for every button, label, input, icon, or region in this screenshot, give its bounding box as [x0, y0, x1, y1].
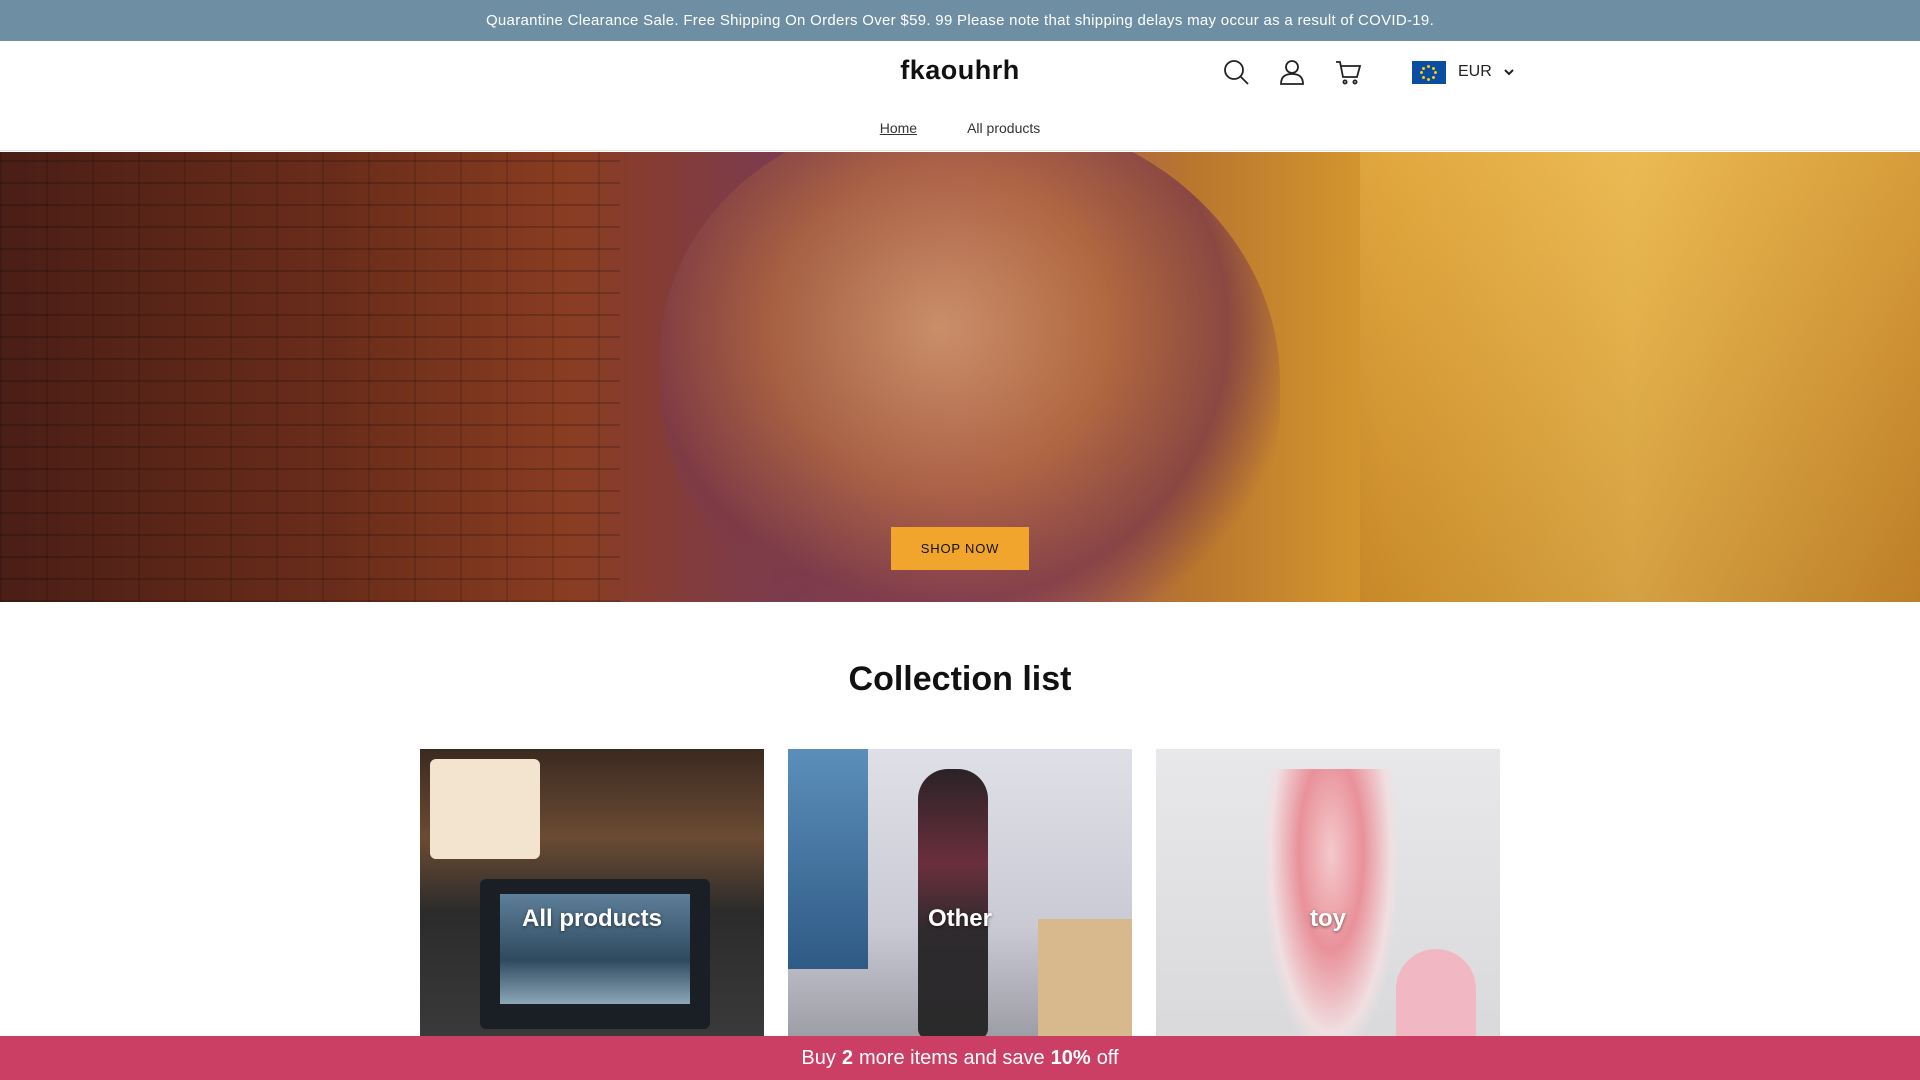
collection-card-title: Other — [927, 905, 992, 932]
promo-bar[interactable]: Buy 2 more items and save 10% off — [0, 1036, 1920, 1080]
promo-prefix: Buy — [801, 1046, 836, 1069]
search-icon — [1224, 60, 1249, 85]
collection-list-title: Collection list — [848, 660, 1072, 698]
site-header: fkaouhrh EUR Home All products — [0, 41, 1920, 151]
header-icons: EUR — [1220, 56, 1514, 88]
currency-code: EUR — [1458, 63, 1492, 80]
cart-button[interactable] — [1332, 56, 1364, 88]
account-button[interactable] — [1276, 56, 1308, 88]
search-button[interactable] — [1220, 56, 1252, 88]
promo-suffix: off — [1096, 1046, 1119, 1069]
collection-image-person — [918, 769, 988, 1039]
account-icon — [1280, 60, 1304, 85]
collection-image-cabinet — [1038, 919, 1132, 1045]
shop-now-button[interactable]: SHOP NOW — [891, 527, 1029, 570]
nav-item-home[interactable]: Home — [880, 120, 917, 136]
collection-image-lamp — [430, 759, 540, 859]
collection-image-window — [788, 749, 868, 969]
announcement-text: Quarantine Clearance Sale. Free Shipping… — [485, 12, 1435, 29]
collection-image-giraffe — [1396, 949, 1476, 1045]
collection-card-toy[interactable]: toy — [1156, 749, 1500, 1045]
hero-wall — [1360, 152, 1920, 602]
nav-item-all-products[interactable]: All products — [967, 120, 1040, 136]
collection-card-other[interactable]: Other — [788, 749, 1132, 1045]
promo-count: 2 — [841, 1046, 854, 1069]
cart-icon — [1336, 61, 1362, 85]
collection-grid: All products Other toy — [420, 749, 1500, 1045]
promo-discount: 10% — [1050, 1046, 1091, 1069]
collection-card-title: toy — [1310, 905, 1346, 932]
store-logo: fkaouhrh — [0, 55, 1920, 86]
currency-selector[interactable]: EUR — [1412, 60, 1514, 84]
hero-brick-texture — [0, 152, 620, 602]
promo-middle: more items and save — [859, 1046, 1045, 1069]
chevron-down-icon — [1504, 69, 1514, 76]
store-logo-link[interactable]: fkaouhrh — [900, 55, 1020, 85]
main-nav: Home All products — [0, 120, 1920, 136]
collection-card-title: All products — [521, 905, 662, 932]
eu-flag-icon — [1412, 60, 1446, 84]
collection-card-all-products[interactable]: All products — [420, 749, 764, 1045]
hero-banner: SHOP NOW — [0, 152, 1920, 602]
announcement-bar: Quarantine Clearance Sale. Free Shipping… — [0, 0, 1920, 41]
